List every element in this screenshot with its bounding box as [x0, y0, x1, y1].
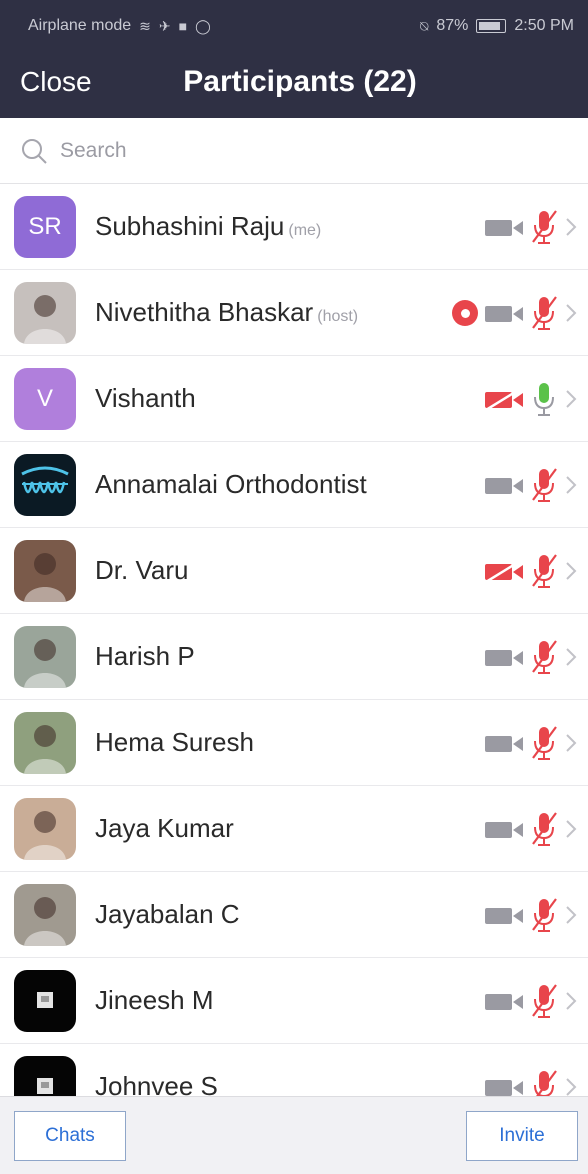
mic-muted-icon[interactable] [530, 638, 558, 676]
profile-photo [37, 1078, 53, 1094]
participant-row[interactable]: Annamalai Orthodontist [0, 442, 588, 528]
bottom-toolbar: Chats Invite [0, 1096, 588, 1174]
participant-name: Jaya Kumar [95, 813, 234, 843]
participant-name: Annamalai Orthodontist [95, 469, 367, 499]
mic-muted-icon[interactable] [530, 896, 558, 934]
teeth-logo [21, 466, 69, 494]
battery-icon [476, 19, 507, 33]
chevron-right-icon[interactable] [564, 817, 578, 841]
participant-list: SR Subhashini Raju (me) Nivethitha Bhaskar(… [0, 184, 588, 1096]
participant-row[interactable]: Jaya Kumar [0, 786, 588, 872]
participant-name: Nivethitha Bhaskar [95, 297, 314, 327]
search-input[interactable] [60, 138, 540, 163]
participant-name: Jayabalan C [95, 899, 240, 929]
chevron-right-icon[interactable] [564, 731, 578, 755]
participant-role-tag: (me) [288, 222, 322, 239]
avatar [14, 712, 76, 774]
chevron-right-icon[interactable] [564, 645, 578, 669]
participant-role-tag: (host) [317, 308, 359, 325]
participant-name: Jineesh M [95, 985, 214, 1015]
mic-muted-icon[interactable] [530, 724, 558, 762]
video-icon[interactable] [484, 731, 524, 755]
video-off-icon[interactable] [484, 559, 524, 583]
avatar [14, 540, 76, 602]
profile-photo [24, 811, 66, 860]
video-icon[interactable] [484, 215, 524, 239]
video-status-icon: ■ [178, 18, 188, 34]
video-off-icon[interactable] [484, 387, 524, 411]
video-icon[interactable] [484, 301, 524, 325]
profile-photo [24, 553, 66, 602]
status-bar: Airplane mode ≋ ✈ ■ ◯ ⍉ 87% 2:50 PM [0, 0, 588, 52]
chevron-right-icon[interactable] [564, 903, 578, 927]
invite-button[interactable]: Invite [466, 1111, 578, 1161]
chevron-right-icon[interactable] [564, 215, 578, 239]
participant-row[interactable]: Johnvee S [0, 1044, 588, 1096]
profile-photo [24, 295, 66, 344]
search-bar [0, 118, 588, 184]
mic-muted-icon[interactable] [530, 810, 558, 848]
participant-name: Subhashini Raju [95, 211, 285, 241]
avatar-initials: SR [28, 213, 62, 240]
participant-row[interactable]: SR Subhashini Raju (me) [0, 184, 588, 270]
avatar [14, 1056, 76, 1096]
recording-icon [452, 300, 478, 326]
chevron-right-icon[interactable] [564, 301, 578, 325]
header: Close Participants (22) [0, 52, 588, 118]
chevron-right-icon[interactable] [564, 989, 578, 1013]
mic-on-icon[interactable] [530, 380, 558, 418]
avatar: SR [14, 196, 76, 258]
profile-photo [37, 992, 53, 1008]
participant-name: Vishanth [95, 383, 196, 413]
video-icon[interactable] [484, 817, 524, 841]
mic-muted-icon[interactable] [530, 552, 558, 590]
video-icon[interactable] [484, 1075, 524, 1096]
battery-percent: 87% [436, 17, 469, 34]
chevron-right-icon[interactable] [564, 559, 578, 583]
avatar-initials: V [36, 385, 53, 412]
video-icon[interactable] [484, 645, 524, 669]
participant-row[interactable]: Dr. Varu [0, 528, 588, 614]
avatar [14, 282, 76, 344]
avatar [14, 884, 76, 946]
chevron-right-icon[interactable] [564, 387, 578, 411]
airplane-icon: ✈ [158, 17, 171, 34]
avatar [14, 626, 76, 688]
profile-photo [24, 897, 66, 946]
search-icon [22, 138, 47, 164]
participant-name: Harish P [95, 641, 195, 671]
mic-muted-icon[interactable] [530, 1068, 558, 1096]
participant-name: Hema Suresh [95, 727, 254, 757]
profile-photo [24, 725, 66, 774]
participant-row[interactable]: Harish P [0, 614, 588, 700]
mic-muted-icon[interactable] [530, 466, 558, 504]
participant-name: Johnvee S [95, 1071, 218, 1096]
video-icon[interactable] [484, 473, 524, 497]
chats-button[interactable]: Chats [14, 1111, 126, 1161]
mic-muted-icon[interactable] [530, 294, 558, 332]
participant-row[interactable]: Jayabalan C [0, 872, 588, 958]
video-icon[interactable] [484, 903, 524, 927]
mic-muted-icon[interactable] [530, 982, 558, 1020]
chevron-right-icon[interactable] [564, 473, 578, 497]
avatar: V [14, 368, 76, 430]
participant-row[interactable]: V Vishanth [0, 356, 588, 442]
page-title: Participants (22) [183, 65, 417, 98]
profile-photo [24, 639, 66, 688]
participant-row[interactable]: Nivethitha Bhaskar (host) [0, 270, 588, 356]
wifi-icon: ≋ [139, 17, 151, 34]
airplane-mode-label: Airplane mode [28, 17, 132, 34]
avatar [14, 454, 76, 516]
whatsapp-icon: ◯ [195, 17, 211, 34]
avatar [14, 970, 76, 1032]
participant-name: Dr. Varu [95, 555, 189, 585]
avatar [14, 798, 76, 860]
clock: 2:50 PM [514, 17, 574, 34]
participant-row[interactable]: Hema Suresh [0, 700, 588, 786]
alarm-off-icon: ⍉ [419, 17, 429, 34]
participant-row[interactable]: Jineesh M [0, 958, 588, 1044]
video-icon[interactable] [484, 989, 524, 1013]
mic-muted-icon[interactable] [530, 208, 558, 246]
chevron-right-icon[interactable] [564, 1075, 578, 1096]
